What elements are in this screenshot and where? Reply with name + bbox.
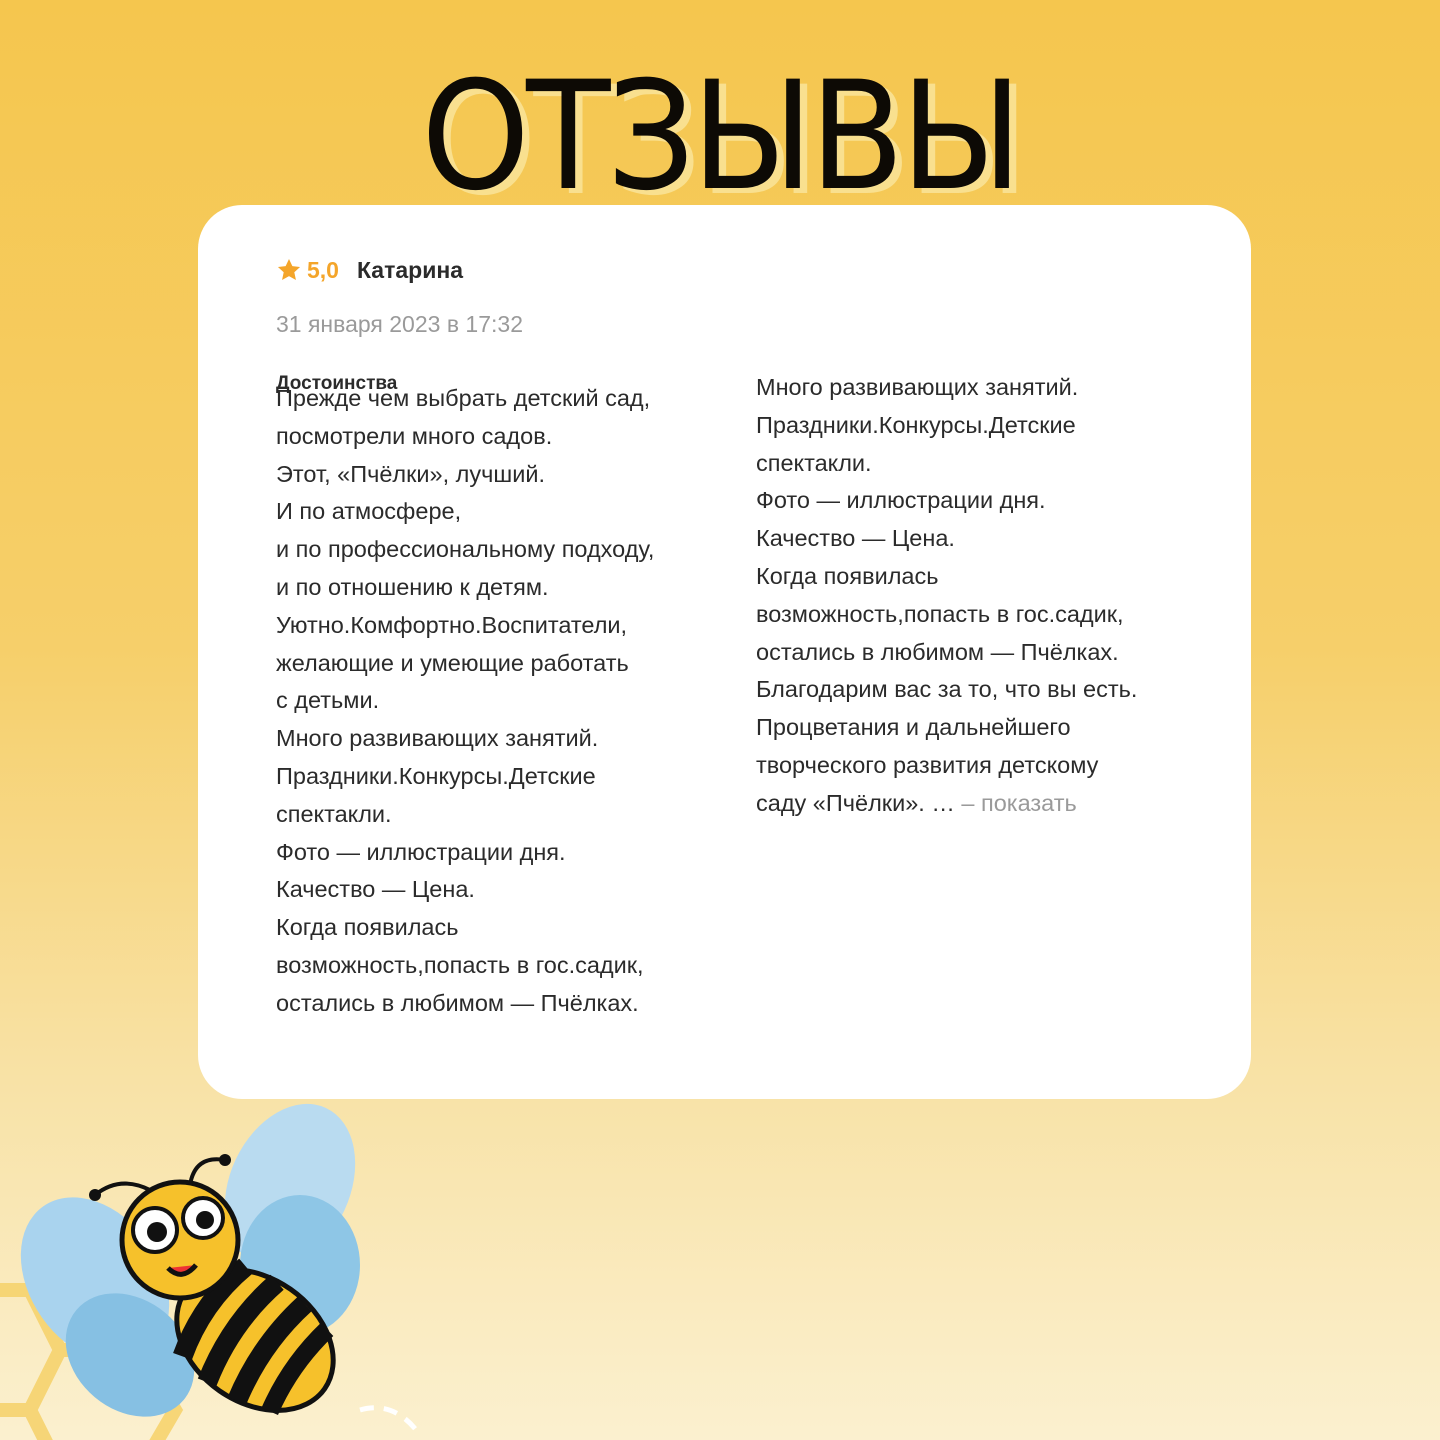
text-line: Фото — иллюстрации дня.	[276, 838, 566, 865]
text-line: желающие и умеющие работать	[276, 649, 629, 676]
text-line: Когда появилась	[756, 562, 939, 589]
show-more-link[interactable]: – показать	[955, 790, 1076, 816]
bee-mascot-icon	[0, 1103, 423, 1440]
last-text: саду «Пчёлки». …	[756, 789, 955, 816]
text-line: Этот, «Пчёлки», лучший.	[276, 460, 546, 487]
text-line: Праздники.Конкурсы.Детские	[276, 762, 596, 789]
text-line: Много развивающих занятий.	[756, 374, 1079, 400]
text-line: И по атмосфере,	[276, 498, 462, 525]
text-line: и по отношению к детям.	[276, 573, 549, 600]
text-line: остались в любимом — Пчёлках.	[276, 989, 639, 1016]
text-line: спектакли.	[756, 449, 872, 476]
text-line: Процветания и дальнейшего	[756, 714, 1071, 741]
text-line: творческого развития детскому	[756, 751, 1099, 778]
text-line: Прежде чем выбрать детский сад,	[276, 385, 651, 411]
text-line: спектакли.	[276, 800, 392, 827]
review-header: 5,0 Катарина	[276, 255, 463, 285]
text-line: Когда появилась	[276, 914, 459, 941]
text-line: возможность,попасть в гос.садик,	[276, 951, 644, 978]
text-line-last: саду «Пчёлки». … – показать	[756, 785, 1216, 823]
text-line: Благодарим вас за то, что вы есть.	[756, 676, 1138, 703]
text-line: Качество — Цена.	[756, 525, 955, 552]
text-line: остались в любимом — Пчёлках.	[756, 638, 1119, 665]
text-line: и по профессиональному подходу,	[276, 536, 655, 563]
review-text-right: Много развивающих занятий. Праздники.Кон…	[756, 369, 1216, 823]
text-line: возможность,попасть в гос.садик,	[756, 600, 1124, 627]
author-name: Катарина	[356, 256, 464, 283]
text-line: Много развивающих занятий.	[276, 725, 599, 752]
review-date: 31 января 2023 в 17:32	[276, 311, 523, 337]
text-line: Праздники.Конкурсы.Детские	[756, 411, 1076, 438]
review-text-left: Прежде чем выбрать детский сад, посмотре…	[276, 380, 736, 1023]
text-line: Фото — иллюстрации дня.	[756, 487, 1046, 514]
text-line: Уютно.Комфортно.Воспитатели,	[276, 611, 628, 638]
star-icon	[277, 258, 301, 280]
text-line: с детьми.	[276, 687, 380, 714]
text-line: Качество — Цена.	[276, 876, 475, 903]
review-card: 5,0 Катарина 31 января 2023 в 17:32 Дост…	[198, 205, 1251, 1099]
rating-value: 5,0	[307, 256, 339, 283]
page-title: ОТЗЫВЫ	[421, 50, 1022, 224]
text-line: посмотрели много садов.	[276, 422, 553, 449]
